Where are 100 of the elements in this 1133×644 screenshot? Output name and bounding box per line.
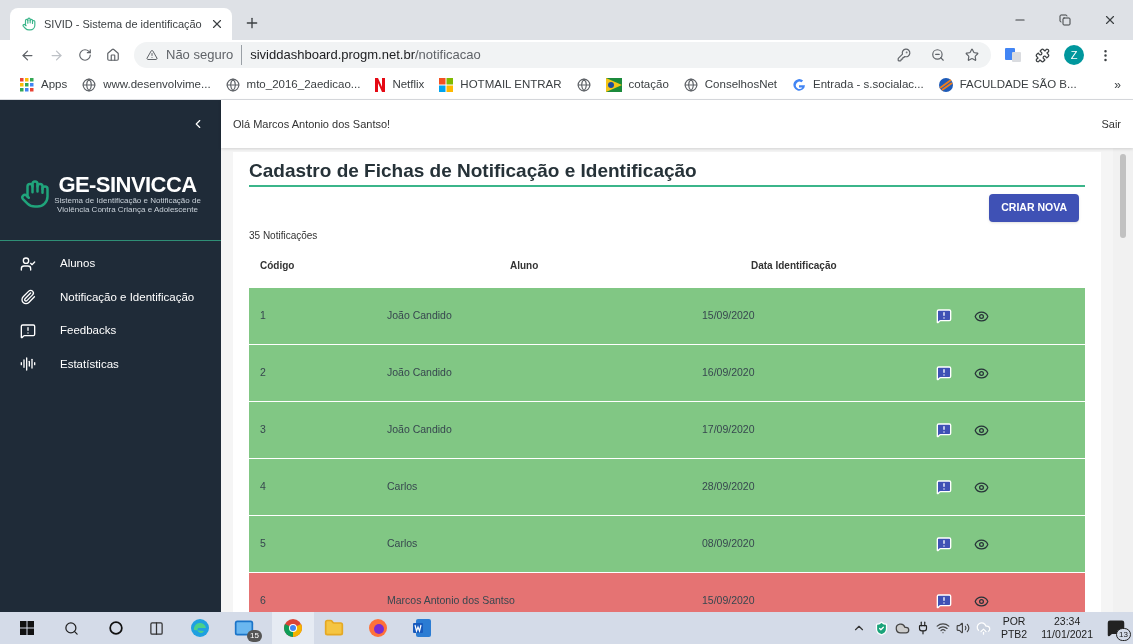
- new-tab-icon[interactable]: [244, 15, 260, 31]
- input-language[interactable]: POR: [1002, 615, 1026, 628]
- browser-tab[interactable]: SIVID - Sistema de identificação: [10, 8, 232, 40]
- windows-squares-icon: [439, 77, 454, 92]
- bookmark-link[interactable]: mto_2016_2aedicao...: [246, 75, 361, 94]
- bookmark-link[interactable]: Entrada - s.socialac...: [813, 75, 924, 94]
- table-row[interactable]: 1 João Candido 15/09/2020: [249, 287, 1085, 344]
- clock-time[interactable]: 23:34: [1053, 615, 1081, 628]
- extensions-icon[interactable]: [1035, 47, 1050, 63]
- shield-icon[interactable]: [873, 620, 889, 636]
- clock-date[interactable]: 11/01/2021: [1041, 628, 1093, 641]
- security-label: Não seguro: [166, 45, 243, 65]
- student-cell-text: Carlos: [387, 536, 419, 552]
- mail-badge: 15: [247, 630, 262, 642]
- student-cell-text: Carlos: [387, 479, 419, 495]
- view-icon[interactable]: [974, 536, 989, 552]
- task-view-icon[interactable]: [149, 620, 164, 636]
- code-cell-text: 4: [260, 479, 267, 495]
- feedback-icon: [20, 322, 36, 339]
- logout-link[interactable]: Sair: [1101, 115, 1121, 133]
- code-cell-text: 3: [260, 422, 267, 438]
- sidebar-item[interactable]: Estatísticas: [0, 347, 221, 381]
- word-app-icon[interactable]: [412, 618, 432, 638]
- keyboard-layout[interactable]: PTB2: [1000, 628, 1028, 641]
- search-icon[interactable]: [64, 620, 79, 636]
- logo-subtitle: Sistema de Identificação e Notificação de: [54, 195, 201, 205]
- bookmark-link[interactable]: www.desenvolvime...: [103, 75, 211, 94]
- more-bookmarks[interactable]: »: [1114, 75, 1121, 94]
- view-icon[interactable]: [974, 365, 989, 381]
- date-cell-text: 15/09/2020: [702, 593, 756, 609]
- hand-logo-icon: [20, 178, 51, 209]
- reload-icon[interactable]: [78, 48, 92, 62]
- table-row[interactable]: 4 Carlos 28/09/2020: [249, 458, 1085, 515]
- code-cell-text: 5: [260, 536, 267, 552]
- tab-title: SIVID - Sistema de identificação: [44, 16, 202, 32]
- restore-icon[interactable]: [1059, 14, 1071, 26]
- translate-icon[interactable]: [1005, 48, 1021, 62]
- column-header: Aluno: [510, 258, 540, 273]
- cortana-circle-icon[interactable]: [109, 621, 123, 635]
- close-window-icon[interactable]: [1103, 13, 1117, 27]
- date-cell-text: 08/09/2020: [702, 536, 756, 552]
- notification-count: 13: [1116, 628, 1131, 641]
- feedback-icon[interactable]: [936, 593, 952, 609]
- google-g-icon: [792, 77, 807, 92]
- globe-icon: [225, 77, 240, 92]
- create-new-button[interactable]: CRIAR NOVA: [989, 194, 1079, 222]
- feedback-icon[interactable]: [936, 365, 952, 381]
- windows-start-icon[interactable]: [20, 621, 34, 635]
- column-header: Código: [260, 258, 296, 273]
- table-row[interactable]: 2 João Candido 16/09/2020: [249, 344, 1085, 401]
- student-cell-text: Marcos Antonio dos Santso: [387, 593, 516, 609]
- sidebar-item[interactable]: Feedbacks: [0, 314, 221, 348]
- bookmark-link[interactable]: Netflix: [392, 75, 425, 94]
- home-icon[interactable]: [106, 48, 120, 62]
- code-cell-text: 1: [260, 308, 267, 324]
- bookmark-link[interactable]: ConselhosNet: [704, 75, 778, 94]
- zoom-out-icon[interactable]: [931, 48, 945, 62]
- wifi-icon[interactable]: [935, 621, 950, 635]
- feedback-icon[interactable]: [936, 422, 952, 438]
- table-row[interactable]: 5 Carlos 08/09/2020: [249, 515, 1085, 572]
- code-cell-text: 6: [260, 593, 267, 609]
- apps-grid-icon: [20, 77, 34, 92]
- back-icon[interactable]: [20, 47, 35, 63]
- student-cell-text: João Candido: [387, 308, 453, 324]
- page-title: Cadastro de Fichas de Notificação e Identificação: [249, 158, 1085, 187]
- globe-icon: [576, 77, 591, 92]
- bookmark-link[interactable]: HOTMAIL ENTRAR: [460, 75, 562, 94]
- address-bar[interactable]: Não seguro sividdashboard.progm.net.br/notificacao: [134, 42, 991, 68]
- person-check-icon: [20, 255, 36, 272]
- key-icon[interactable]: [897, 48, 911, 62]
- bookmark-link[interactable]: cotação: [628, 75, 669, 94]
- view-icon[interactable]: [974, 422, 989, 438]
- profile-avatar[interactable]: Z: [1064, 45, 1084, 65]
- chrome-browser-icon[interactable]: [283, 618, 303, 638]
- record-count: 35 Notificações: [249, 229, 319, 243]
- view-icon[interactable]: [974, 593, 989, 609]
- student-cell-text: João Candido: [387, 365, 453, 381]
- bookmark-link[interactable]: FACULDADE SÃO B...: [959, 75, 1077, 94]
- cloud-icon[interactable]: [894, 620, 910, 636]
- student-cell-text: João Candido: [387, 422, 453, 438]
- feedback-icon[interactable]: [936, 479, 952, 495]
- view-icon[interactable]: [974, 479, 989, 495]
- sidebar-item[interactable]: Alunos: [0, 247, 221, 281]
- view-icon[interactable]: [974, 308, 989, 324]
- feedback-icon[interactable]: [936, 536, 952, 552]
- feedback-icon[interactable]: [936, 308, 952, 324]
- firefox-browser-icon[interactable]: [368, 618, 388, 638]
- striped-sphere-icon: [938, 77, 953, 92]
- globe-icon: [683, 77, 698, 92]
- speaker-icon[interactable]: [955, 621, 970, 635]
- code-cell-text: 2: [260, 365, 267, 381]
- date-cell-text: 15/09/2020: [702, 308, 756, 324]
- bookmark-link[interactable]: Apps: [41, 75, 68, 94]
- warning-icon: [146, 49, 158, 61]
- table-row[interactable]: 3 João Candido 17/09/2020: [249, 401, 1085, 458]
- bookmark-star-icon[interactable]: [965, 48, 979, 62]
- globe-icon: [82, 77, 97, 92]
- sidebar-item[interactable]: Notificação e Identificação: [0, 280, 221, 314]
- column-header: Data Identificação: [751, 258, 838, 273]
- scrollbar[interactable]: [1113, 148, 1133, 612]
